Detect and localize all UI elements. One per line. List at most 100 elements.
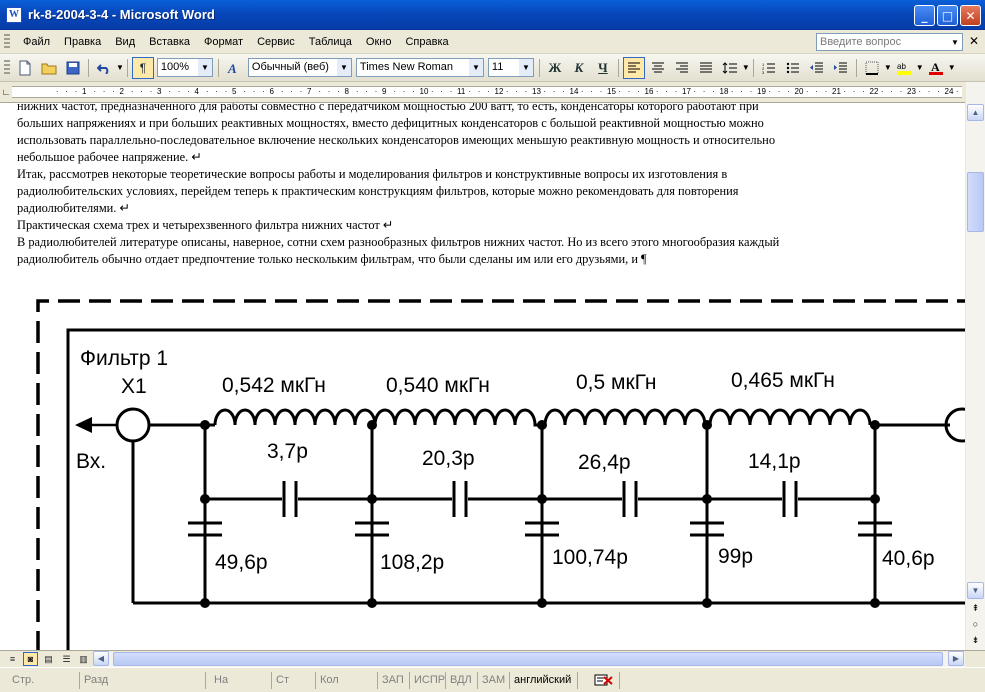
ruler-mark: 23 xyxy=(907,87,916,96)
line-spacing-icon[interactable] xyxy=(719,57,741,79)
highlight-dropdown-icon[interactable]: ▼ xyxy=(916,63,924,72)
word-app-icon[interactable]: W xyxy=(6,6,22,23)
ruler-tick: · xyxy=(524,87,528,96)
previous-page-icon[interactable]: ⇞ xyxy=(968,601,983,615)
ruler-tick: · xyxy=(852,87,856,96)
normal-view-icon[interactable]: ≡ xyxy=(5,652,20,666)
vertical-scroll-thumb[interactable] xyxy=(967,172,984,232)
undo-dropdown-icon[interactable]: ▼ xyxy=(116,63,124,72)
series-cap-1 xyxy=(282,481,298,517)
underline-button[interactable]: Ч xyxy=(592,57,614,79)
zoom-select[interactable]: 100% ▼ xyxy=(156,58,213,77)
align-center-icon[interactable] xyxy=(647,57,669,79)
web-view-icon[interactable]: ◙ xyxy=(23,652,38,666)
numbered-list-icon[interactable]: 123 xyxy=(758,57,780,79)
style-select[interactable]: Обычный (веб) ▼ xyxy=(247,58,352,77)
ruler-tick: · xyxy=(955,87,959,96)
font-size-select[interactable]: 11 ▼ xyxy=(487,58,534,77)
menu-insert[interactable]: Вставка xyxy=(142,36,197,48)
maximize-button[interactable]: □ xyxy=(937,5,958,26)
font-select[interactable]: Times New Roman ▼ xyxy=(355,58,484,77)
open-folder-icon[interactable] xyxy=(38,57,60,79)
paragraph-line[interactable]: радиолюбителями. ↵ xyxy=(17,200,957,217)
reading-view-icon[interactable]: ▥ xyxy=(76,652,91,666)
menu-format[interactable]: Формат xyxy=(197,36,250,48)
paragraph-line[interactable]: радиолюбитель обычно отдает предпочтение… xyxy=(17,251,957,268)
bullet-list-icon[interactable] xyxy=(782,57,804,79)
show-formatting-button[interactable]: ¶ xyxy=(131,56,154,79)
paragraph-line[interactable]: небольшое рабочее напряжение. ↵ xyxy=(17,149,957,166)
justify-icon[interactable] xyxy=(695,57,717,79)
scroll-up-icon[interactable]: ▲ xyxy=(967,104,984,121)
paragraph-line[interactable]: Итак, рассмотрев некоторые теоретические… xyxy=(17,166,957,183)
next-page-icon[interactable]: ⇟ xyxy=(968,633,983,647)
chevron-down-icon[interactable]: ▼ xyxy=(518,59,533,76)
chevron-down-icon[interactable]: ▼ xyxy=(948,34,962,50)
close-button[interactable]: ✕ xyxy=(960,5,981,26)
font-color-dropdown-icon[interactable]: ▼ xyxy=(948,63,956,72)
scroll-down-icon[interactable]: ▼ xyxy=(967,582,984,599)
borders-dropdown-icon[interactable]: ▼ xyxy=(884,63,892,72)
svg-text:ab: ab xyxy=(897,62,906,71)
menu-tools[interactable]: Сервис xyxy=(250,36,302,48)
line-spacing-dropdown-icon[interactable]: ▼ xyxy=(742,63,750,72)
spelling-status-icon[interactable] xyxy=(590,672,620,689)
paragraph-line[interactable]: В радиолюбителей литературе описаны, нав… xyxy=(17,234,957,251)
paragraph-line[interactable]: использовать параллельно-последовательно… xyxy=(17,132,957,149)
outline-view-icon[interactable]: ☰ xyxy=(59,652,74,666)
ruler-band[interactable]: 1 · · · 2 · · · 3 · · · 4 · · · 5 · · · 6 · · · 7 · · · 8 · · · 9 · · · 10 · ·… xyxy=(12,86,985,98)
highlight-icon[interactable]: ab xyxy=(893,57,915,79)
paragraph-line[interactable]: радиолюбительских условиях, перейдем теп… xyxy=(17,183,957,200)
menu-file[interactable]: Файл xyxy=(16,36,57,48)
undo-icon[interactable] xyxy=(93,57,115,79)
ruler-tick: · xyxy=(412,87,415,96)
status-record[interactable]: ЗАП xyxy=(378,672,410,689)
horizontal-scroll-thumb[interactable] xyxy=(113,652,943,666)
document-text[interactable]: нижних частот, предназначенного для рабо… xyxy=(17,103,957,268)
chevron-down-icon[interactable]: ▼ xyxy=(336,59,351,76)
ruler-tick: · xyxy=(487,87,490,96)
filter-schematic[interactable]: Фильтр 1 X1 Вх. 0,542 мкГн 0,540 мкГн 0,… xyxy=(0,273,965,650)
bold-button[interactable]: Ж xyxy=(544,57,566,79)
new-document-icon[interactable] xyxy=(14,57,36,79)
scroll-left-icon[interactable]: ◀ xyxy=(93,651,109,666)
menu-help[interactable]: Справка xyxy=(398,36,455,48)
paragraph-line[interactable]: больших напряжениях и при больших реакти… xyxy=(17,115,957,132)
chevron-down-icon[interactable]: ▼ xyxy=(197,59,212,76)
status-language[interactable]: английский xyxy=(510,672,578,689)
menu-window[interactable]: Окно xyxy=(359,36,399,48)
browse-object-icon[interactable]: ○ xyxy=(968,617,983,631)
toolbar-grip[interactable] xyxy=(4,59,10,76)
print-layout-icon[interactable]: ▤ xyxy=(41,652,56,666)
increase-indent-icon[interactable] xyxy=(830,57,852,79)
tab-selector-icon[interactable]: ∟ xyxy=(1,86,11,98)
minimize-button[interactable]: _ xyxy=(914,5,935,26)
borders-icon[interactable] xyxy=(861,57,883,79)
ask-question-input[interactable]: Введите вопрос ▼ xyxy=(816,33,963,51)
vertical-scrollbar[interactable]: ▲ ▼ ⇞ ○ ⇟ xyxy=(965,82,985,650)
align-left-icon[interactable] xyxy=(622,56,645,79)
horizontal-scrollbar[interactable]: ◀ ▶ xyxy=(93,651,965,667)
status-extend[interactable]: ВДЛ xyxy=(446,672,478,689)
align-right-icon[interactable] xyxy=(671,57,693,79)
ruler-tick: · xyxy=(140,87,143,96)
font-color-icon[interactable]: A xyxy=(925,57,947,79)
save-icon[interactable] xyxy=(62,57,84,79)
chevron-down-icon[interactable]: ▼ xyxy=(468,59,483,76)
menu-table[interactable]: Таблица xyxy=(302,36,359,48)
document-area[interactable]: нижних частот, предназначенного для рабо… xyxy=(0,103,965,650)
styles-pane-icon[interactable]: A xyxy=(223,57,245,79)
italic-button[interactable]: К xyxy=(568,57,590,79)
menu-view[interactable]: Вид xyxy=(108,36,142,48)
menu-grip[interactable] xyxy=(4,33,10,50)
status-track-changes[interactable]: ИСПР xyxy=(410,672,446,689)
ruler-tick: · xyxy=(937,87,940,96)
scroll-right-icon[interactable]: ▶ xyxy=(948,651,964,666)
decrease-indent-icon[interactable] xyxy=(806,57,828,79)
menu-edit[interactable]: Правка xyxy=(57,36,108,48)
horizontal-ruler[interactable]: ∟ 1 · · · 2 · · · 3 · · · 4 · · · 5 · · · 6 · · · 7 · · · 8 · · · 9 · · · 10… xyxy=(0,82,985,103)
status-overtype[interactable]: ЗАМ xyxy=(478,672,510,689)
document-close-icon[interactable]: ✕ xyxy=(969,34,979,48)
paragraph-line[interactable]: Практическая схема трех и четырехзвенног… xyxy=(17,217,957,234)
paragraph-line[interactable]: нижних частот, предназначенного для рабо… xyxy=(17,103,957,115)
